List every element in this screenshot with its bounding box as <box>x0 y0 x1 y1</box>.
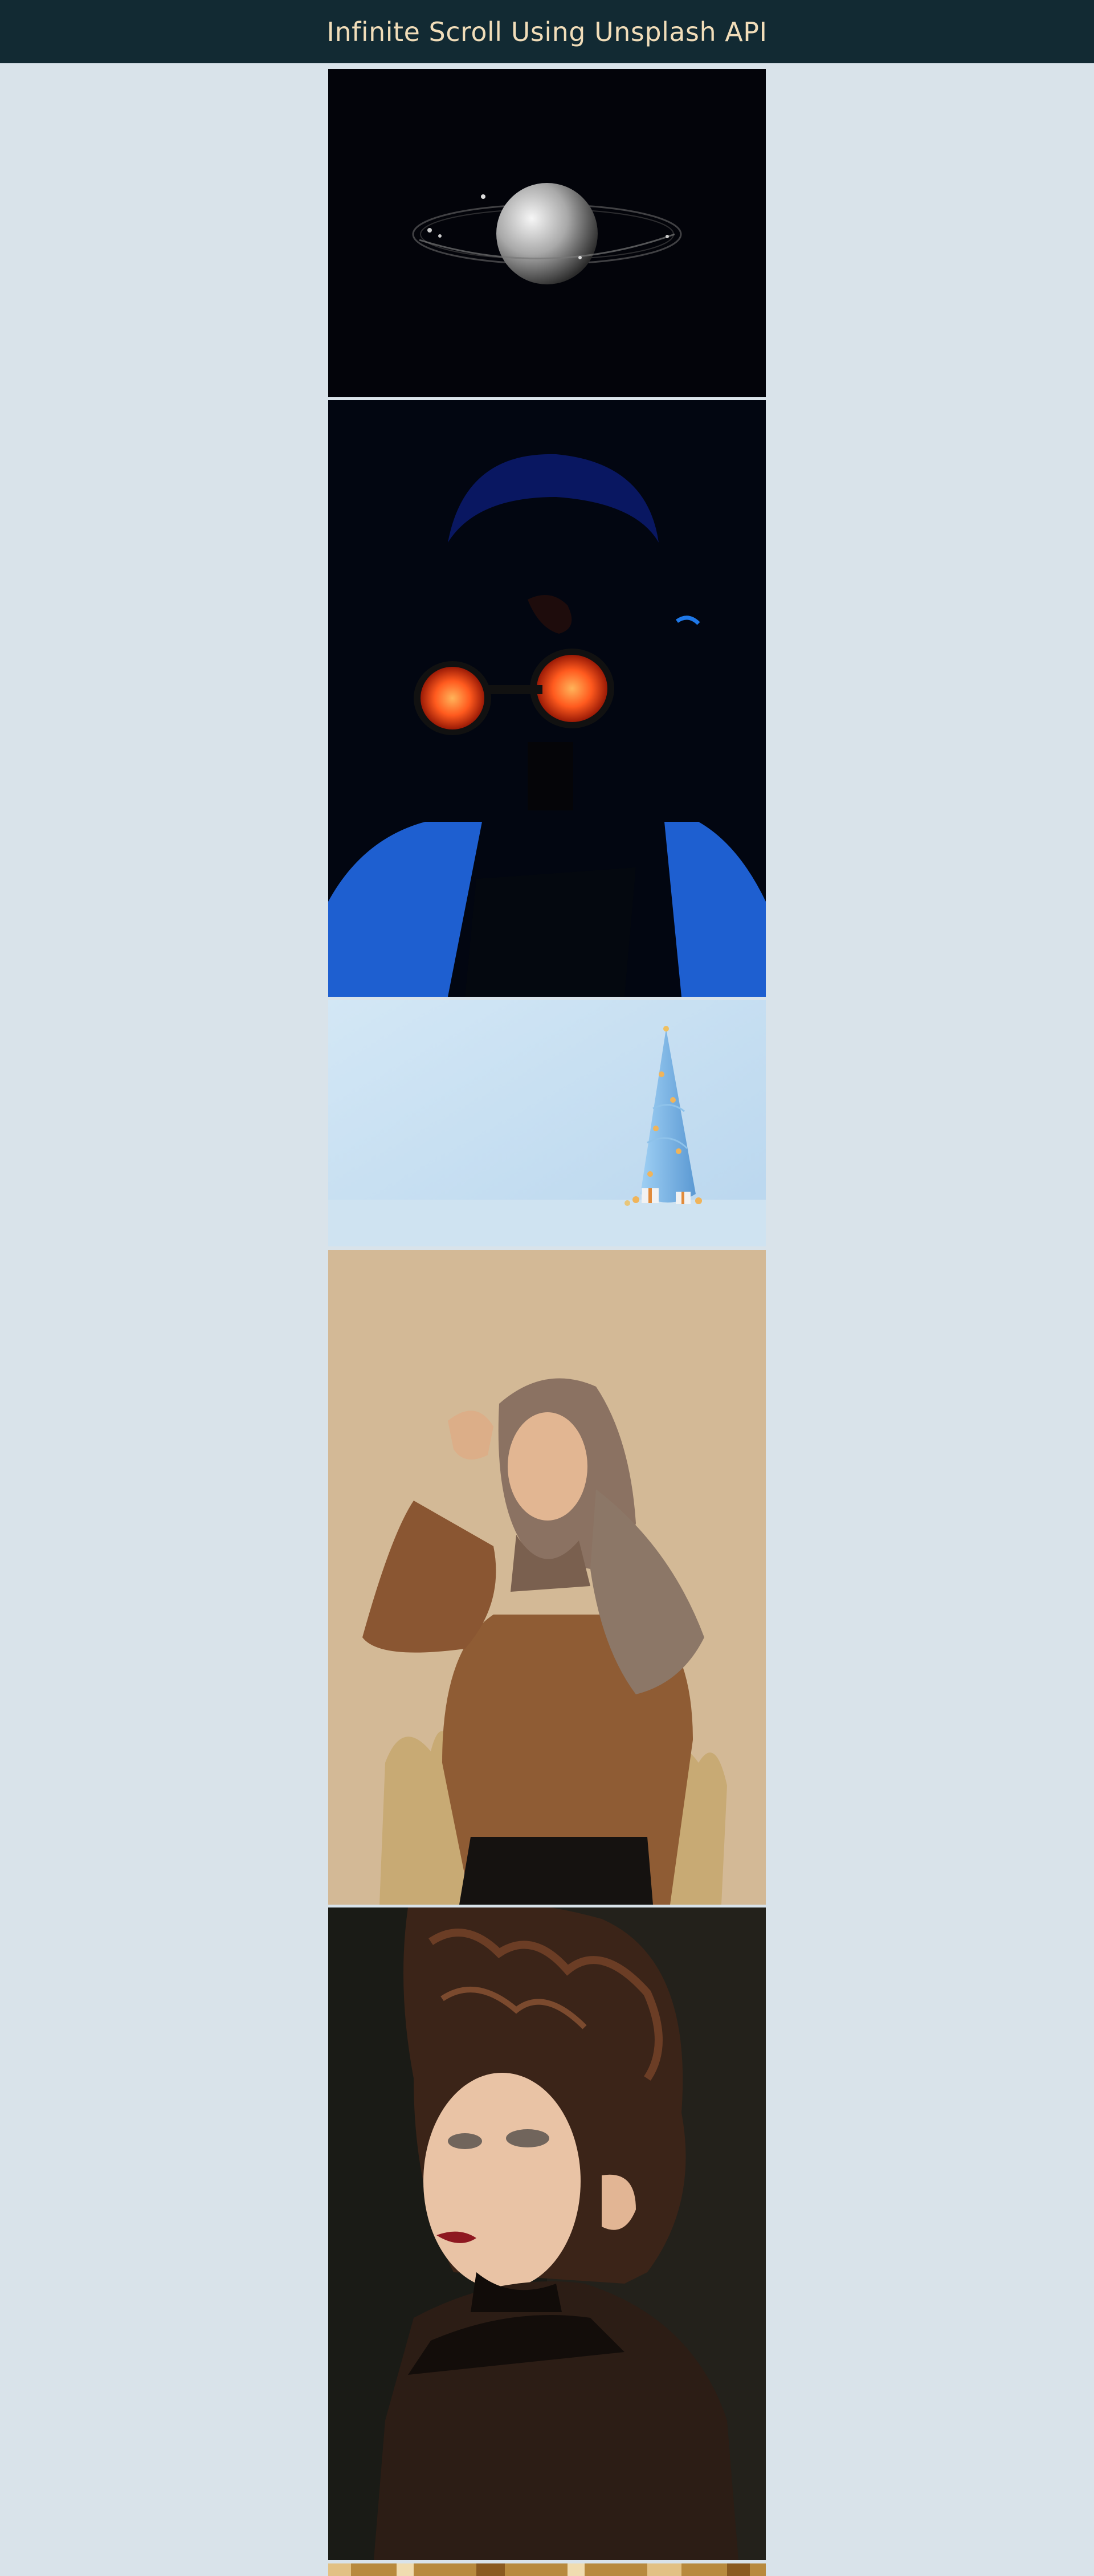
curly-hair-image <box>328 1907 766 2560</box>
christmas-tree-image <box>328 1000 766 1246</box>
photo-man-glowing-goggles[interactable] <box>328 400 766 997</box>
photo-woman-headscarf[interactable] <box>328 1250 766 1905</box>
photo-woman-curly-hair[interactable] <box>328 1907 766 2560</box>
photo-partial-next[interactable] <box>328 2563 766 2576</box>
headscarf-image <box>328 1250 766 1905</box>
goggles-image <box>328 400 766 997</box>
photo-blue-christmas-tree[interactable] <box>328 1000 766 1246</box>
page-title: Infinite Scroll Using Unsplash API <box>326 16 768 47</box>
app-header: Infinite Scroll Using Unsplash API <box>0 0 1094 63</box>
partial-image <box>328 2563 766 2576</box>
photo-planet-with-rings[interactable] <box>328 69 766 397</box>
planet-image <box>328 69 766 397</box>
